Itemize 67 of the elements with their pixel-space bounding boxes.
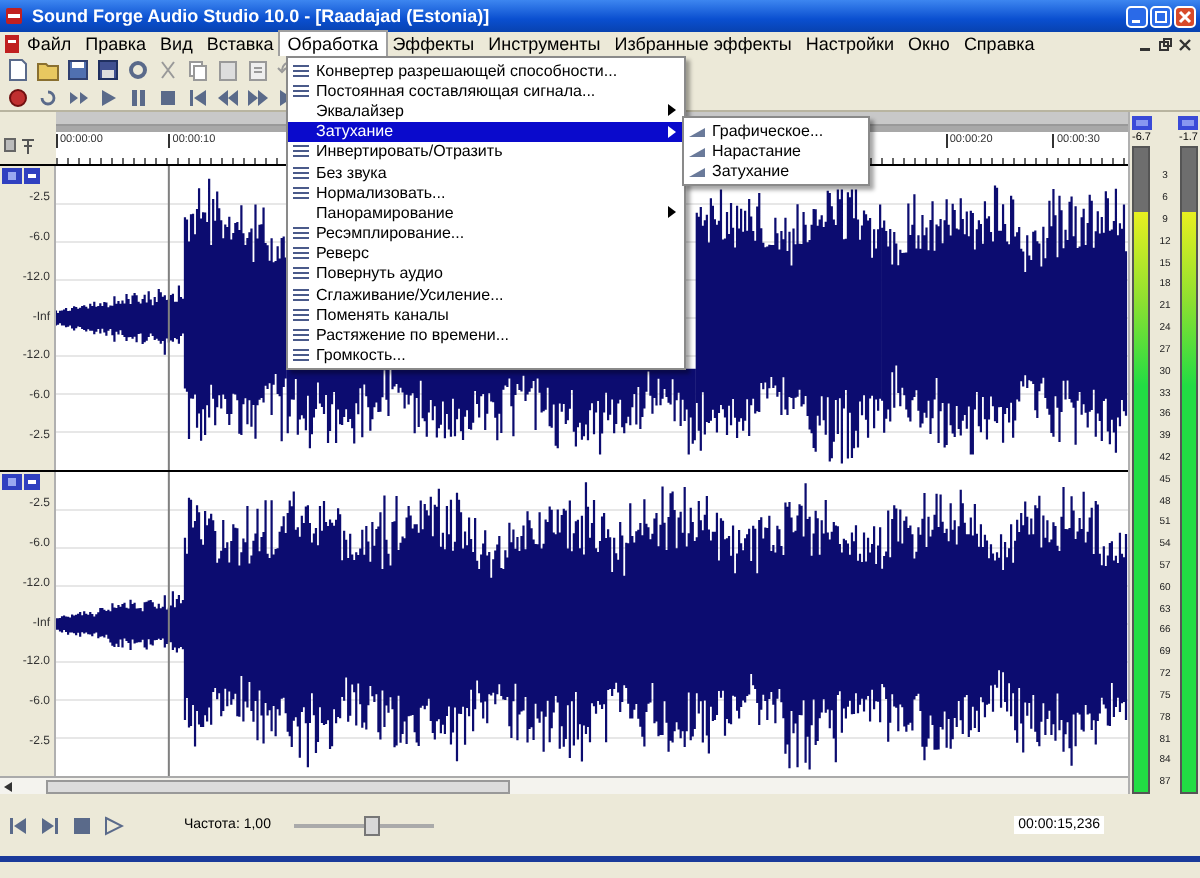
lines-icon — [292, 142, 310, 161]
menu-item[interactable]: Окно — [901, 32, 957, 56]
meter-button-icon[interactable] — [1178, 116, 1198, 130]
menu-item[interactable]: Затухание — [288, 121, 684, 142]
lines-icon — [292, 183, 310, 202]
menu-item[interactable]: Инвертировать/Отразить — [288, 141, 684, 162]
menu-item[interactable]: Нормализовать... — [288, 182, 684, 203]
lines-icon — [292, 244, 310, 263]
document-icon — [4, 34, 20, 54]
minimize-icon[interactable] — [1126, 5, 1148, 27]
menu-item[interactable]: Графическое... — [684, 120, 868, 141]
menu-item[interactable]: Повернуть аудио — [288, 263, 684, 285]
menu-item[interactable]: Правка — [78, 32, 154, 56]
close-icon[interactable] — [1178, 37, 1192, 51]
app-icon — [4, 6, 24, 26]
pause-icon[interactable] — [126, 86, 150, 110]
lines-icon — [292, 305, 310, 324]
meter-button-icon[interactable] — [1132, 116, 1152, 130]
stop-icon[interactable] — [72, 815, 92, 835]
lines-icon — [292, 224, 310, 243]
restore-icon[interactable] — [1158, 37, 1172, 51]
paste-icon[interactable] — [216, 58, 240, 82]
menu-item[interactable]: Без звука — [288, 161, 684, 183]
lines-icon — [292, 346, 310, 365]
menu-item[interactable]: Постоянная составляющая сигнала... — [288, 80, 684, 101]
menu-item[interactable]: Поменять каналы — [288, 304, 684, 325]
menu-item[interactable]: Сглаживание/Усиление... — [288, 284, 684, 305]
menu-item[interactable]: Панорамирование — [288, 202, 684, 223]
lines-icon — [292, 264, 310, 283]
menu-item[interactable]: Нарастание — [684, 140, 868, 161]
paste-icon[interactable] — [246, 58, 270, 82]
skip-back-icon[interactable] — [8, 815, 28, 835]
menu-item[interactable]: Эквалайзер — [288, 100, 684, 122]
menu-item[interactable]: Справка — [956, 32, 1042, 56]
lines-icon — [292, 61, 310, 80]
scissors-icon[interactable] — [156, 58, 180, 82]
menu-item[interactable]: Вид — [153, 32, 200, 56]
loop-icon[interactable] — [36, 86, 60, 110]
menu-item[interactable]: Ресэмплирование... — [288, 223, 684, 244]
skip-back-icon[interactable] — [186, 86, 210, 110]
lines-icon — [292, 326, 310, 345]
window-title: Sound Forge Audio Studio 10.0 - [Raadajad (Estonia)] — [32, 6, 492, 26]
scrollbar-thumb[interactable] — [46, 779, 510, 793]
lines-icon — [292, 81, 310, 100]
skip-forward-icon[interactable] — [40, 815, 60, 835]
menu-item[interactable]: Избранные эффекты — [607, 32, 799, 56]
menu-item[interactable]: Файл — [20, 32, 79, 56]
slider-thumb[interactable] — [363, 815, 380, 835]
menu-item[interactable]: Обработка — [280, 32, 386, 56]
menu-item[interactable]: Затухание — [684, 160, 868, 182]
menu-item[interactable]: Растяжение по времени... — [288, 324, 684, 346]
copy-icon[interactable] — [186, 58, 210, 82]
lines-icon — [292, 163, 310, 182]
menu-item[interactable]: Эффекты — [385, 32, 482, 56]
menu-item[interactable]: Инструменты — [481, 32, 608, 56]
maximize-icon[interactable] — [1150, 5, 1172, 27]
menu-item[interactable]: Настройки — [798, 32, 902, 56]
menu-item[interactable]: Конвертер разрешающей способности... — [288, 60, 684, 81]
submenu-arrow-icon — [668, 206, 676, 219]
stop-icon[interactable] — [156, 86, 180, 110]
lines-icon — [292, 285, 310, 304]
menu-item[interactable]: Громкость... — [288, 345, 684, 366]
menu-item[interactable]: Реверс — [288, 243, 684, 264]
menu-item[interactable]: Вставка — [199, 32, 281, 56]
left-arrow-icon[interactable] — [4, 781, 14, 791]
record-icon[interactable] — [6, 86, 30, 110]
horizontal-scrollbar[interactable] — [0, 776, 1128, 794]
